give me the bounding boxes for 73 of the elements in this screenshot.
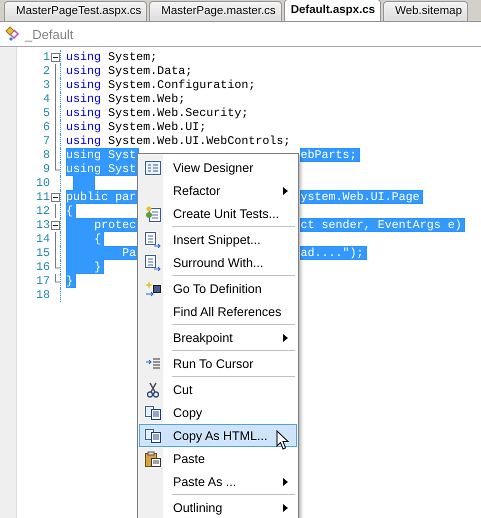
- menu-item[interactable]: Create Unit Tests...: [139, 202, 297, 225]
- collapse-icon[interactable]: [50, 220, 60, 230]
- code-text: Pa: [66, 246, 140, 260]
- line-number: 9: [42, 162, 50, 176]
- run-to-cursor-icon: [145, 358, 161, 370]
- scissors-icon: [147, 382, 159, 398]
- code-text: using System.Web;: [66, 92, 186, 106]
- line-number: 4: [42, 92, 50, 106]
- code-text: ystem.Web.UI.Page: [300, 190, 423, 204]
- class-dropdown-label[interactable]: _Default: [25, 26, 74, 42]
- definition-icon: [145, 280, 161, 296]
- code-text: using Syst: [66, 162, 140, 176]
- menu-item[interactable]: Go To Definition: [139, 277, 297, 300]
- line-number: 16: [34, 260, 50, 274]
- code-text: }: [66, 260, 104, 274]
- code-text: protec: [66, 218, 140, 232]
- menu-item[interactable]: Copy: [139, 401, 297, 424]
- file-tab[interactable]: Web.sitemap: [383, 1, 468, 21]
- line-number: 18: [34, 288, 50, 302]
- menu-item[interactable]: View Designer: [139, 156, 297, 179]
- line-number: 12: [34, 204, 50, 218]
- snippet-icon: [145, 254, 161, 270]
- line-number: 3: [42, 78, 50, 92]
- code-text: using System;: [66, 50, 158, 64]
- line-number: 11: [34, 190, 50, 204]
- menu-item[interactable]: Paste: [139, 447, 297, 470]
- copy-icon: [145, 428, 161, 442]
- menu-item[interactable]: Copy As HTML...: [139, 424, 297, 447]
- line-number: 10: [34, 176, 50, 190]
- file-tab[interactable]: Default.aspx.cs: [284, 0, 382, 21]
- clipboard-icon: [145, 450, 161, 466]
- mouse-pointer-icon: [276, 430, 290, 451]
- code-text: ct sender, EventArgs e): [300, 218, 465, 232]
- code-text: ad....");: [300, 246, 367, 260]
- menu-item[interactable]: Paste As ...: [139, 470, 297, 493]
- test-document-icon: [145, 206, 161, 222]
- line-number: 7: [42, 134, 50, 148]
- file-tab[interactable]: MasterPageTest.aspx.cs: [4, 1, 148, 21]
- code-text: {: [66, 204, 76, 218]
- menu-item[interactable]: Cut: [139, 378, 297, 401]
- code-text: ebParts;: [300, 148, 360, 162]
- line-number: 8: [42, 148, 50, 162]
- code-text: using System.Configuration;: [66, 78, 256, 92]
- code-text: using System.Data;: [66, 64, 192, 78]
- copy-icon: [145, 406, 161, 420]
- class-icon: [4, 26, 22, 42]
- code-text: using System.Web.UI;: [66, 120, 206, 134]
- code-text: using System.Web.Security;: [66, 106, 248, 120]
- line-number: 2: [42, 64, 50, 78]
- code-text: {: [66, 232, 104, 246]
- line-number: 5: [42, 106, 50, 120]
- form-icon: [145, 160, 161, 174]
- line-number: 6: [42, 120, 50, 134]
- line-number: 15: [34, 246, 50, 260]
- snippet-icon: [145, 232, 161, 248]
- code-text: using System.Web.UI.WebControls;: [66, 134, 290, 148]
- line-number: 13: [34, 218, 50, 232]
- code-text: using Syst: [66, 148, 140, 162]
- menu-item[interactable]: Run To Cursor: [139, 352, 297, 375]
- code-text: }: [66, 274, 76, 288]
- menu-item[interactable]: Insert Snippet...: [139, 228, 297, 251]
- collapse-icon[interactable]: [50, 52, 60, 62]
- line-number: 14: [34, 232, 50, 246]
- code-text: public par: [66, 190, 140, 204]
- menu-item[interactable]: Outlining: [139, 496, 297, 518]
- menu-item[interactable]: Find All References: [139, 300, 297, 323]
- menu-item[interactable]: Breakpoint: [139, 326, 297, 349]
- file-tab[interactable]: MasterPage.master.cs: [149, 1, 282, 21]
- collapse-icon[interactable]: [50, 192, 60, 202]
- menu-item[interactable]: Refactor: [139, 179, 297, 202]
- line-number: 1: [42, 50, 50, 64]
- line-number: 17: [34, 274, 50, 288]
- menu-item[interactable]: Surround With...: [139, 251, 297, 274]
